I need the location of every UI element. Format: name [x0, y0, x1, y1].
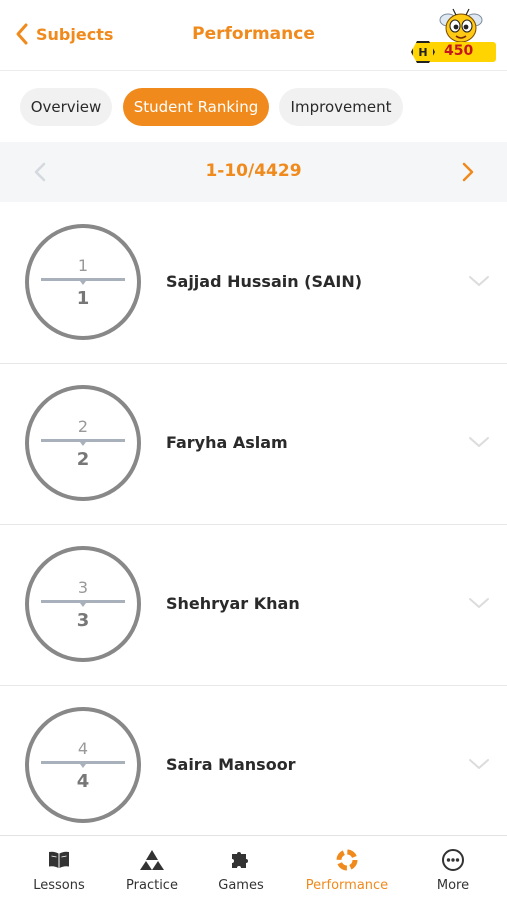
nav-practice[interactable]: Practice [117, 836, 187, 901]
rank-divider-notch [80, 281, 86, 285]
rank-badge: 2 2 [25, 385, 141, 501]
ranking-row[interactable]: 1 1 Sajjad Hussain (SAIN) [0, 202, 507, 364]
coin-counter[interactable]: H 450 [408, 8, 498, 66]
rank-badge: 3 3 [25, 546, 141, 662]
rank-badge: 4 4 [25, 707, 141, 823]
chevron-left-icon[interactable] [30, 160, 50, 184]
bee-mascot-icon [439, 8, 483, 43]
nav-label: Performance [305, 878, 389, 893]
page-range: 1-10/4429 [205, 161, 302, 181]
ranking-row[interactable]: 2 2 Faryha Aslam [0, 363, 507, 525]
more-dots-icon [442, 849, 464, 871]
rank-top-number: 1 [77, 256, 89, 275]
rank-bottom-number: 2 [76, 449, 90, 470]
puzzle-icon [232, 852, 248, 868]
top-bar: Subjects Performance H 450 [0, 0, 507, 71]
rank-badge: 1 1 [25, 224, 141, 340]
rank-top-number: 3 [77, 578, 89, 597]
ranking-row[interactable]: 4 4 Saira Mansoor [0, 685, 507, 846]
chevron-left-icon [16, 23, 28, 45]
tab-overview[interactable]: Overview [20, 88, 112, 126]
rank-bottom-number: 4 [76, 771, 90, 792]
rank-divider-notch [80, 603, 86, 607]
chevron-down-icon[interactable] [468, 596, 490, 610]
nav-label: Practice [126, 878, 178, 893]
nav-label: Lessons [33, 878, 85, 893]
rank-divider-notch [80, 442, 86, 446]
back-button[interactable]: Subjects [14, 22, 113, 46]
nav-performance[interactable]: Performance [298, 836, 396, 901]
segment-tabs: Overview Student Ranking Improvement [0, 70, 507, 142]
chevron-down-icon[interactable] [468, 435, 490, 449]
nav-label: Games [218, 878, 264, 893]
rank-top-number: 2 [77, 417, 89, 436]
student-name: Sajjad Hussain (SAIN) [166, 272, 363, 291]
back-label: Subjects [36, 24, 114, 44]
chevron-down-icon[interactable] [468, 757, 490, 771]
chevron-right-icon[interactable] [458, 160, 478, 184]
triangle-stack-icon [140, 850, 164, 870]
nav-games[interactable]: Games [206, 836, 276, 901]
student-name: Faryha Aslam [166, 433, 288, 452]
student-name: Saira Mansoor [166, 755, 296, 774]
rank-top-number: 4 [77, 739, 89, 758]
coin-count: 450 [444, 43, 474, 59]
ranking-row[interactable]: 3 3 Shehryar Khan [0, 524, 507, 686]
tab-student-ranking[interactable]: Student Ranking [123, 88, 269, 126]
student-name: Shehryar Khan [166, 594, 300, 613]
chevron-down-icon[interactable] [468, 274, 490, 288]
bottom-nav: Lessons Practice Games Performance More [0, 835, 507, 901]
book-icon [49, 851, 69, 868]
rank-bottom-number: 1 [76, 288, 90, 309]
tab-improvement[interactable]: Improvement [279, 88, 403, 126]
nav-label: More [436, 878, 470, 893]
nav-lessons[interactable]: Lessons [24, 836, 94, 901]
nav-more[interactable]: More [418, 836, 488, 901]
pagination-bar: 1-10/4429 [0, 142, 507, 202]
rank-divider-notch [80, 764, 86, 768]
performance-ring-icon [336, 849, 358, 871]
rank-bottom-number: 3 [76, 610, 90, 631]
